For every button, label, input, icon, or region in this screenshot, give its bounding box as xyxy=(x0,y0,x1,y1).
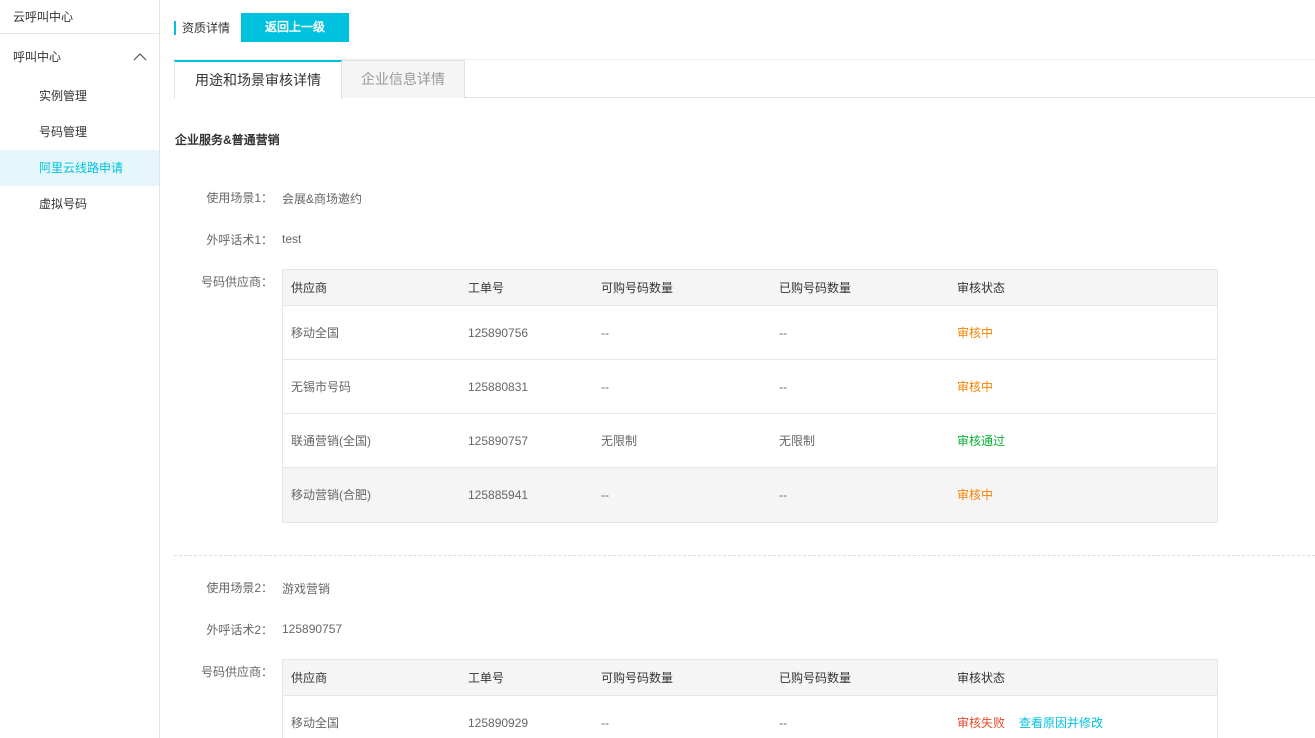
cell-purchased: -- xyxy=(779,716,787,730)
supplier-label: 号码供应商： xyxy=(200,275,273,289)
table-header: 供应商 工单号 可购号码数量 已购号码数量 审核状态 xyxy=(283,660,1217,696)
sidebar-item-line-apply[interactable]: 阿里云线路申请 xyxy=(0,150,159,186)
tab-bar: 用途和场景审核详情 企业信息详情 xyxy=(174,60,1315,99)
scenario-divider xyxy=(174,555,1315,556)
chevron-up-icon xyxy=(133,53,147,61)
tab-usage-scenario[interactable]: 用途和场景审核详情 xyxy=(174,60,342,99)
page-header: 资质详情 返回上一级 xyxy=(174,13,350,42)
table-row: 移动营销(合肥) 125885941 -- -- 审核中 xyxy=(283,468,1217,522)
table-header: 供应商 工单号 可购号码数量 已购号码数量 审核状态 xyxy=(283,270,1217,306)
cell-available: -- xyxy=(601,380,609,394)
cell-ticket: 125890756 xyxy=(468,326,529,340)
column-header-available: 可购号码数量 xyxy=(601,671,674,685)
scene-value: 游戏营销 xyxy=(282,582,331,596)
sidebar-group-label: 呼叫中心 xyxy=(13,50,62,64)
section-title: 企业服务&普通营销 xyxy=(175,133,280,147)
scene-value: 会展&商场邀约 xyxy=(282,192,363,206)
status-badge: 审核通过 xyxy=(957,434,1006,448)
status-badge: 审核中 xyxy=(957,326,994,340)
script-label: 外呼话术2： xyxy=(206,623,273,637)
script-label: 外呼话术1： xyxy=(206,233,273,247)
status-badge: 审核失败 xyxy=(957,716,1006,730)
cell-purchased: -- xyxy=(779,326,787,340)
cell-supplier: 联通营销(全国) xyxy=(291,434,371,448)
app-root: 云呼叫中心 呼叫中心 实例管理 号码管理 阿里云线路申请 虚拟号码 资质详情 返… xyxy=(0,0,1315,738)
cell-ticket: 125885941 xyxy=(468,488,529,502)
cell-supplier: 移动全国 xyxy=(291,716,340,730)
column-header-ticket: 工单号 xyxy=(468,281,505,295)
table-row: 无锡市号码 125880831 -- -- 审核中 xyxy=(283,360,1217,414)
table-row: 移动全国 125890756 -- -- 审核中 xyxy=(283,306,1217,360)
main-content: 资质详情 返回上一级 用途和场景审核详情 企业信息详情 企业服务&普通营销 使用… xyxy=(160,0,1315,738)
cell-ticket: 125890757 xyxy=(468,434,529,448)
tab-company-info[interactable]: 企业信息详情 xyxy=(342,60,465,98)
status-badge: 审核中 xyxy=(957,488,994,502)
view-reason-link[interactable]: 查看原因并修改 xyxy=(1019,716,1103,730)
cell-purchased: 无限制 xyxy=(779,434,816,448)
cell-supplier: 无锡市号码 xyxy=(291,380,352,394)
status-badge: 审核中 xyxy=(957,380,994,394)
supplier-table: 供应商 工单号 可购号码数量 已购号码数量 审核状态 移动全国 12589075… xyxy=(282,269,1218,523)
table-row: 联通营销(全国) 125890757 无限制 无限制 审核通过 xyxy=(283,414,1217,468)
page-title: 资质详情 xyxy=(174,20,230,35)
scene-label: 使用场景1： xyxy=(206,191,273,205)
sidebar-group-call-center[interactable]: 呼叫中心 xyxy=(0,36,159,78)
cell-supplier: 移动营销(合肥) xyxy=(291,488,371,502)
sidebar-item-virtual-number[interactable]: 虚拟号码 xyxy=(0,186,159,222)
column-header-ticket: 工单号 xyxy=(468,671,505,685)
sidebar-item-instance[interactable]: 实例管理 xyxy=(0,78,159,114)
supplier-table: 供应商 工单号 可购号码数量 已购号码数量 审核状态 移动全国 12589092… xyxy=(282,659,1218,738)
column-header-supplier: 供应商 xyxy=(291,281,328,295)
sidebar-item-numbers[interactable]: 号码管理 xyxy=(0,114,159,150)
table-row: 移动全国 125890929 -- -- 审核失败 查看原因并修改 xyxy=(283,696,1217,738)
back-button[interactable]: 返回上一级 xyxy=(241,13,350,42)
cell-available: -- xyxy=(601,488,609,502)
cell-available: 无限制 xyxy=(601,434,638,448)
cell-ticket: 125880831 xyxy=(468,380,529,394)
column-header-purchased: 已购号码数量 xyxy=(779,671,852,685)
script-value: test xyxy=(282,232,302,246)
sidebar-title: 云呼叫中心 xyxy=(0,0,159,34)
cell-available: -- xyxy=(601,716,609,730)
column-header-supplier: 供应商 xyxy=(291,671,328,685)
cell-available: -- xyxy=(601,326,609,340)
column-header-status: 审核状态 xyxy=(957,281,1006,295)
supplier-label: 号码供应商： xyxy=(200,665,273,679)
cell-purchased: -- xyxy=(779,380,787,394)
sidebar: 云呼叫中心 呼叫中心 实例管理 号码管理 阿里云线路申请 虚拟号码 xyxy=(0,0,160,738)
column-header-status: 审核状态 xyxy=(957,671,1006,685)
column-header-purchased: 已购号码数量 xyxy=(779,281,852,295)
cell-purchased: -- xyxy=(779,488,787,502)
column-header-available: 可购号码数量 xyxy=(601,281,674,295)
script-value: 125890757 xyxy=(282,622,343,636)
cell-ticket: 125890929 xyxy=(468,716,529,730)
status-cell: 审核失败 查看原因并修改 xyxy=(957,696,1103,738)
cell-supplier: 移动全国 xyxy=(291,326,340,340)
scene-label: 使用场景2： xyxy=(206,581,273,595)
